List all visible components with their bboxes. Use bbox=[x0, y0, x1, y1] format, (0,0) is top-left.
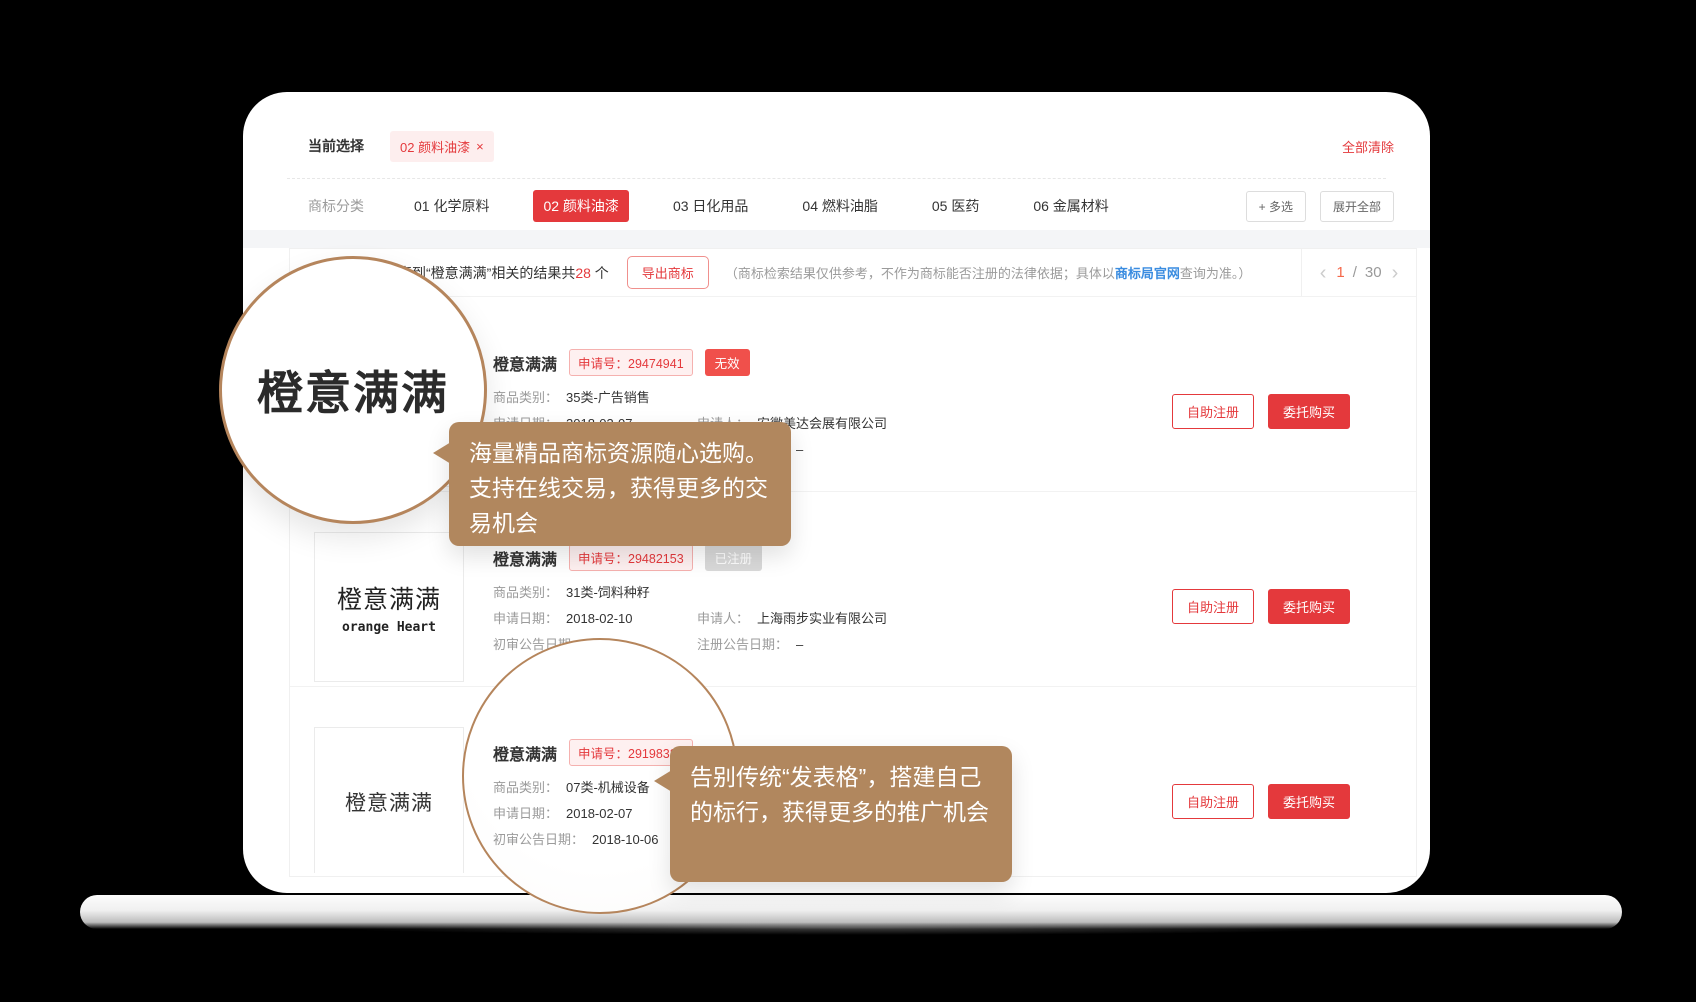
trademark-image[interactable]: 橙意满满 bbox=[314, 727, 464, 873]
export-trademarks-button[interactable]: 导出商标 bbox=[627, 256, 709, 289]
field-label: 商品类别： bbox=[493, 780, 558, 796]
trademark-image[interactable]: 橙意满满 orange Heart bbox=[314, 532, 464, 682]
row-actions: 自助注册 委托购买 bbox=[1172, 784, 1350, 819]
application-number-tag: 申请号：29482153 bbox=[569, 544, 693, 571]
trademark-name[interactable]: 橙意满满 bbox=[493, 741, 557, 765]
field-value: 2018-02-07 bbox=[566, 806, 633, 822]
field-label: 商品类别： bbox=[493, 585, 558, 601]
current-page: 1 bbox=[1336, 264, 1344, 281]
entrust-purchase-button[interactable]: 委托购买 bbox=[1268, 784, 1350, 819]
disclaimer-prefix: （商标检索结果仅供参考，不作为商标能否注册的法律依据；具体以 bbox=[725, 266, 1115, 281]
field-value: 2018-02-10 bbox=[566, 611, 633, 627]
current-selection-bar: 当前选择 02 颜料油漆 × 全部清除 bbox=[308, 126, 1394, 166]
category-item-06[interactable]: 06 金属材料 bbox=[1023, 190, 1118, 222]
self-register-button[interactable]: 自助注册 bbox=[1172, 784, 1254, 819]
results-header: 当前分类下检索到“橙意满满”相关的结果共28 个 导出商标 （商标检索结果仅供参… bbox=[290, 249, 1416, 297]
category-bar: 商标分类 01 化学原料 02 颜料油漆 03 日化用品 04 燃料油脂 05 … bbox=[308, 188, 1394, 224]
trademark-image-text: 橙意满满 bbox=[337, 580, 441, 616]
field-value: – bbox=[796, 442, 803, 458]
category-item-01[interactable]: 01 化学原料 bbox=[404, 190, 499, 222]
callout-bubble-marketplace: 海量精品商标资源随心选购。支持在线交易，获得更多的交易机会 bbox=[449, 422, 791, 546]
category-item-02-active[interactable]: 02 颜料油漆 bbox=[533, 190, 628, 222]
results-count: 28 bbox=[575, 265, 591, 281]
application-number-value: 29474941 bbox=[628, 357, 684, 371]
callout-bubble-promotion: 告别传统“发表格”，搭建自己的标行，获得更多的推广机会 bbox=[670, 746, 1012, 882]
field-value: – bbox=[796, 637, 803, 653]
next-page-icon[interactable]: › bbox=[1390, 263, 1401, 283]
section-gap-band bbox=[243, 230, 1430, 248]
field-label: 申请日期： bbox=[493, 806, 558, 822]
category-item-05[interactable]: 05 医药 bbox=[922, 190, 989, 222]
category-item-04[interactable]: 04 燃料油脂 bbox=[792, 190, 887, 222]
application-number-label: 申请号： bbox=[578, 747, 628, 761]
status-badge: 已注册 bbox=[705, 544, 763, 571]
selected-filter-tag[interactable]: 02 颜料油漆 × bbox=[390, 131, 494, 162]
entrust-purchase-button[interactable]: 委托购买 bbox=[1268, 394, 1350, 429]
page: 当前选择 02 颜料油漆 × 全部清除 商标分类 01 化学原料 02 颜料油漆… bbox=[0, 0, 1696, 1002]
field-label: 注册公告日期： bbox=[697, 637, 788, 653]
field-value: 2018-10-06 bbox=[592, 832, 659, 848]
prev-page-icon[interactable]: ‹ bbox=[1318, 263, 1329, 283]
row-actions: 自助注册 委托购买 bbox=[1172, 589, 1350, 624]
self-register-button[interactable]: 自助注册 bbox=[1172, 589, 1254, 624]
trademark-office-link[interactable]: 商标局官网 bbox=[1115, 266, 1180, 281]
entrust-purchase-button[interactable]: 委托购买 bbox=[1268, 589, 1350, 624]
disclaimer-text: （商标检索结果仅供参考，不作为商标能否注册的法律依据；具体以商标局官网查询为准。… bbox=[725, 263, 1252, 282]
field-value: 35类-广告销售 bbox=[566, 390, 650, 406]
category-item-03[interactable]: 03 日化用品 bbox=[663, 190, 758, 222]
callout-text: 告别传统“发表格”，搭建自己的标行，获得更多的推广机会 bbox=[690, 764, 989, 825]
field-value: 07类-机械设备 bbox=[566, 780, 650, 796]
self-register-button[interactable]: 自助注册 bbox=[1172, 394, 1254, 429]
trademark-name[interactable]: 橙意满满 bbox=[493, 546, 557, 570]
total-pages: 30 bbox=[1365, 264, 1382, 281]
field-label: 申请人： bbox=[697, 611, 749, 627]
field-label: 初审公告日期： bbox=[493, 832, 584, 848]
page-separator: / bbox=[1353, 264, 1357, 281]
callout-text: 海量精品商标资源随心选购。支持在线交易，获得更多的交易机会 bbox=[469, 440, 768, 536]
field-value: 上海雨步实业有限公司 bbox=[757, 611, 887, 627]
trademark-details: 橙意满满 申请号：29482153 已注册 商品类别： 31类-饲料种籽 申请日期… bbox=[493, 544, 1113, 653]
field-label: 申请日期： bbox=[493, 611, 558, 627]
disclaimer-suffix: 查询为准。） bbox=[1180, 266, 1252, 281]
callout-arrow-icon bbox=[433, 442, 451, 464]
pagination: ‹ 1 / 30 › bbox=[1301, 249, 1416, 296]
divider bbox=[287, 178, 1386, 179]
laptop-base bbox=[80, 895, 1622, 929]
results-summary-unit: 个 bbox=[591, 265, 609, 281]
magnified-trademark-text: 橙意满满 bbox=[257, 357, 449, 423]
category-actions: + 多选 展开全部 bbox=[1246, 191, 1394, 222]
application-number-label: 申请号： bbox=[578, 357, 628, 371]
selected-filter-tag-label: 02 颜料油漆 bbox=[400, 137, 470, 156]
field-label: 商品类别： bbox=[493, 390, 558, 406]
status-badge: 无效 bbox=[705, 349, 750, 376]
trademark-image-text: 橙意满满 bbox=[345, 787, 433, 817]
trademark-image-subtext: orange Heart bbox=[342, 620, 436, 635]
magnifier-circle-top: 橙意满满 bbox=[219, 256, 487, 524]
row-actions: 自助注册 委托购买 bbox=[1172, 394, 1350, 429]
remove-filter-icon[interactable]: × bbox=[476, 139, 484, 154]
application-number-tag: 申请号：29474941 bbox=[569, 349, 693, 376]
application-number-label: 申请号： bbox=[578, 552, 628, 566]
trademark-name[interactable]: 橙意满满 bbox=[493, 351, 557, 375]
category-bar-label: 商标分类 bbox=[308, 196, 364, 216]
field-value: 31类-饲料种籽 bbox=[566, 585, 650, 601]
expand-all-button[interactable]: 展开全部 bbox=[1320, 191, 1394, 222]
current-selection-label: 当前选择 bbox=[308, 136, 364, 156]
clear-all-link[interactable]: 全部清除 bbox=[1342, 137, 1394, 156]
multi-select-button[interactable]: + 多选 bbox=[1246, 191, 1306, 222]
application-number-value: 29482153 bbox=[628, 552, 684, 566]
callout-arrow-icon bbox=[654, 770, 672, 792]
